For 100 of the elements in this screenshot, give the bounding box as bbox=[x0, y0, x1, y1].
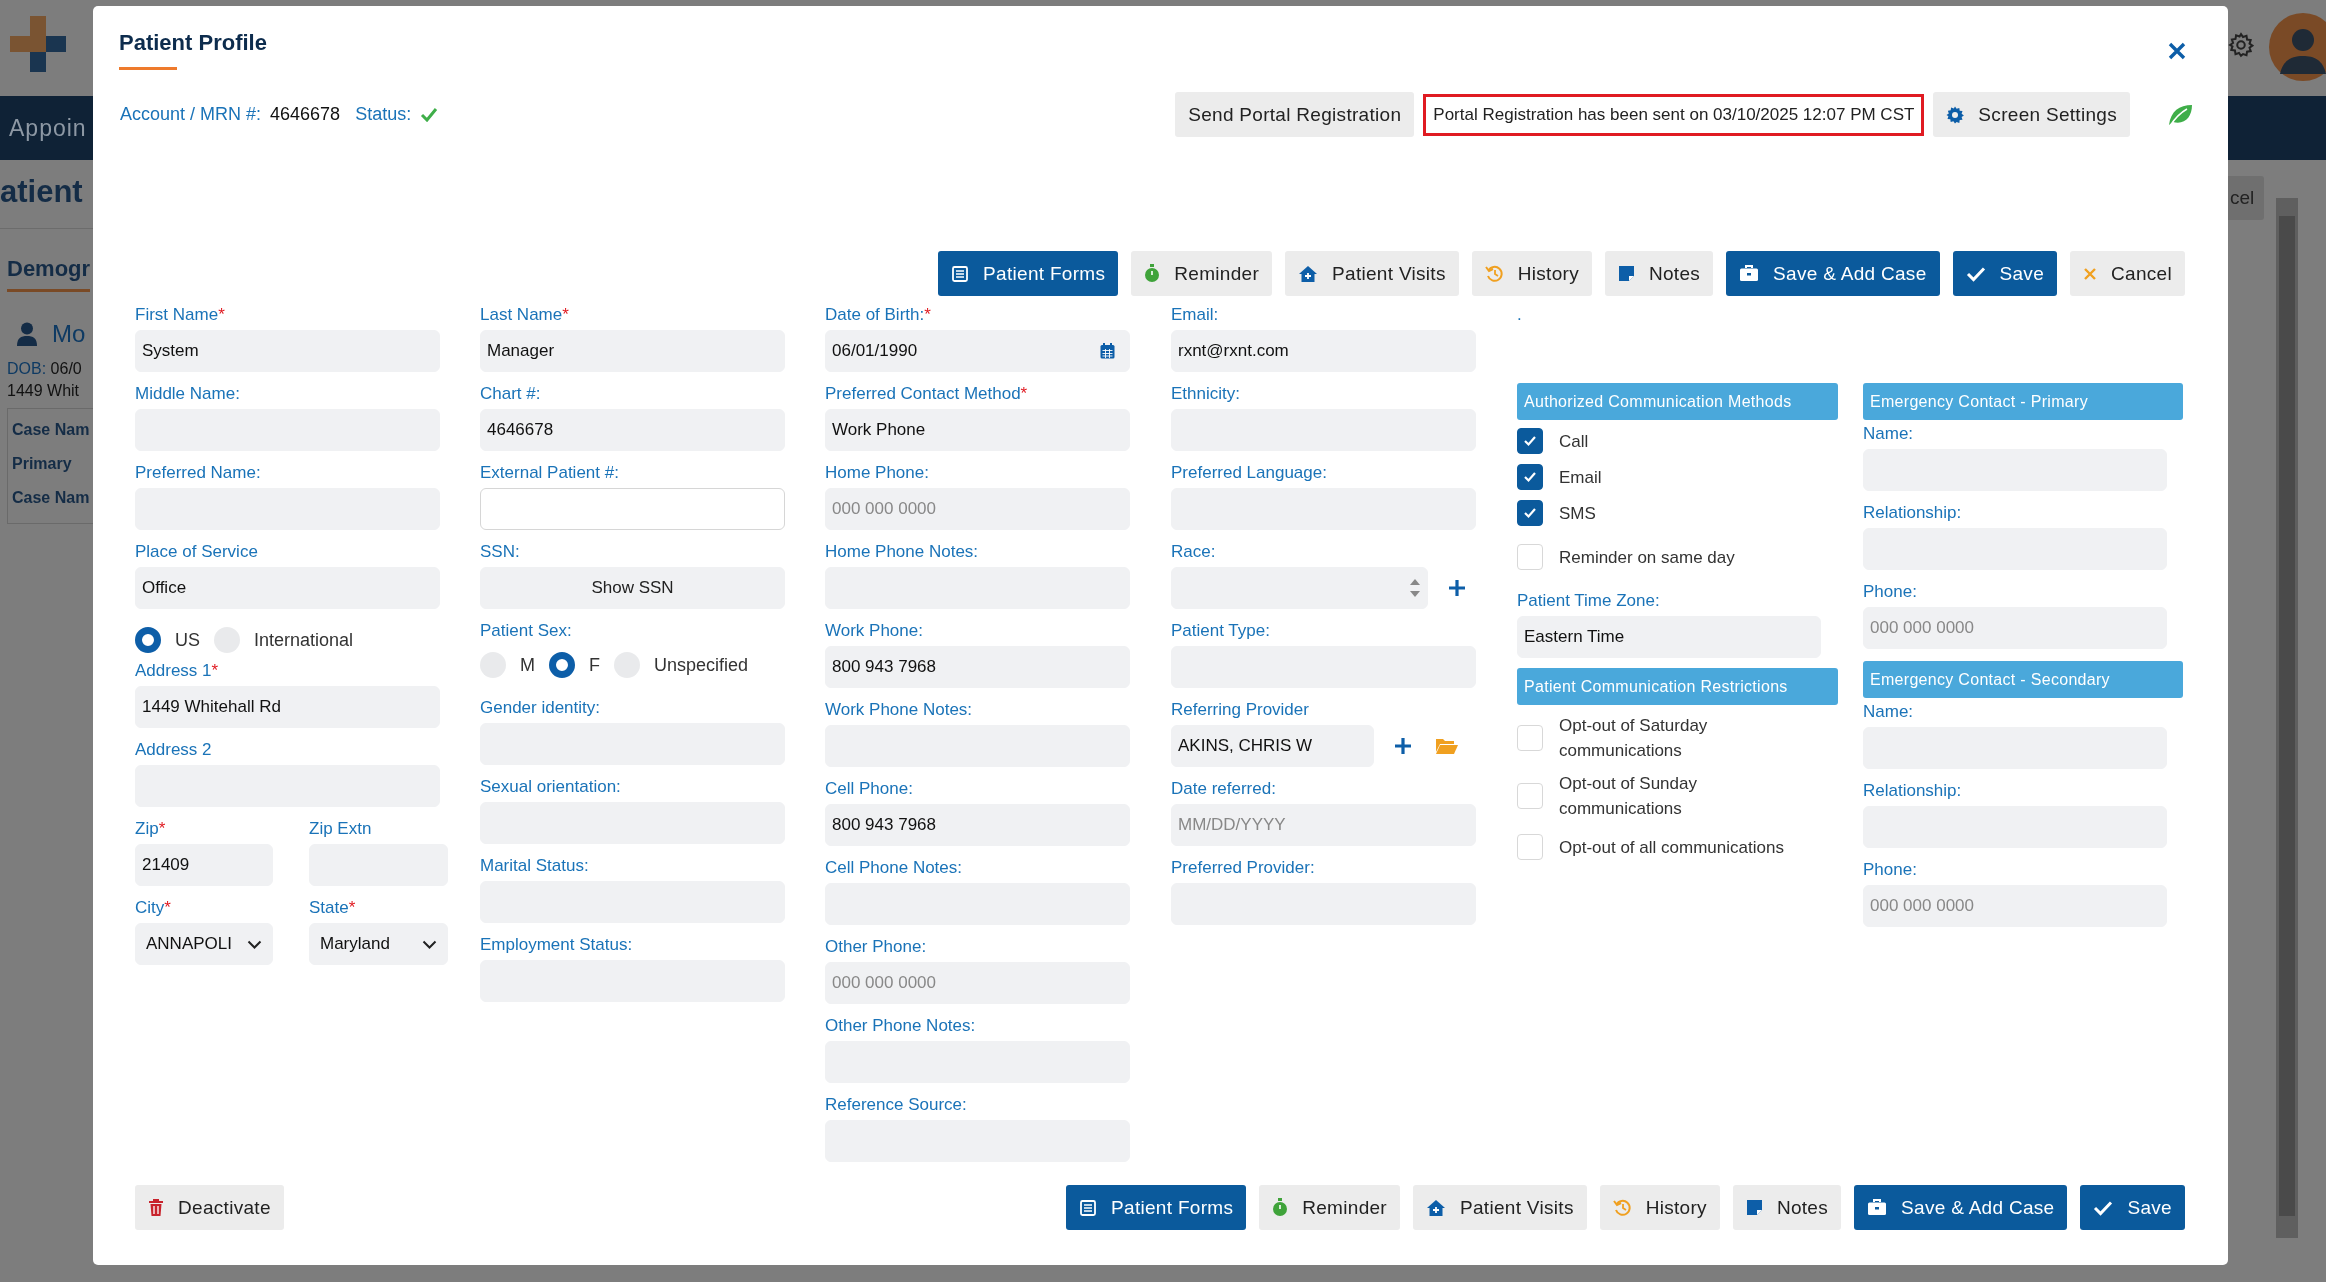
calendar-icon[interactable] bbox=[1100, 343, 1115, 359]
field-label: Other Phone: bbox=[825, 936, 928, 958]
house-icon bbox=[1298, 264, 1319, 283]
input-field[interactable]: rxnt@rxnt.com bbox=[1171, 330, 1476, 372]
select-field[interactable]: ANNAPOLI bbox=[135, 923, 273, 965]
checkbox-label: Opt-out of Sunday communications bbox=[1559, 773, 1698, 820]
checkbox-label: Call bbox=[1559, 430, 1589, 453]
address-text: 1449 Whit bbox=[7, 382, 81, 400]
radio-button[interactable] bbox=[549, 652, 575, 678]
field-label: Email: bbox=[1171, 304, 1220, 326]
plus-icon[interactable] bbox=[1394, 737, 1412, 755]
input-field[interactable]: Work Phone bbox=[825, 409, 1130, 451]
field-label: Zip Extn bbox=[309, 818, 373, 840]
dob-value: 06/0 bbox=[50, 360, 82, 377]
patient-forms-button[interactable]: Patient Forms bbox=[1066, 1185, 1247, 1230]
chevron-down-icon bbox=[247, 939, 262, 949]
check-icon bbox=[420, 107, 439, 122]
field-label: Employment Status: bbox=[480, 934, 634, 956]
table-cell-text: Case Nam bbox=[12, 420, 91, 440]
input-field[interactable]: Manager bbox=[480, 330, 785, 372]
house-icon bbox=[1426, 1198, 1446, 1217]
save-button[interactable]: Save bbox=[2080, 1185, 2185, 1230]
field-label: First Name* bbox=[135, 304, 226, 326]
close-icon bbox=[2083, 266, 2098, 281]
checkbox-label: SMS bbox=[1559, 502, 1596, 525]
input-field[interactable]: Eastern Time bbox=[1517, 616, 1821, 658]
input-field[interactable]: 800 943 7968 bbox=[825, 804, 1130, 846]
show-ssn-button[interactable]: Show SSN bbox=[480, 567, 785, 609]
form-icon bbox=[1079, 1198, 1098, 1217]
table-cell-text: Primary bbox=[12, 454, 73, 474]
field-label: External Patient #: bbox=[480, 462, 620, 484]
field-label: Preferred Provider: bbox=[1171, 857, 1316, 879]
checkbox[interactable] bbox=[1517, 464, 1543, 490]
portal-notice: Portal Registration has been sent on 03/10/2025 12:07 PM CST bbox=[1423, 93, 1925, 136]
patient-forms-button[interactable]: Patient Forms bbox=[938, 251, 1119, 296]
spinner-arrows-icon[interactable] bbox=[1409, 577, 1421, 599]
folder-icon[interactable] bbox=[1435, 737, 1459, 755]
history-icon bbox=[1484, 264, 1504, 283]
radio-label: Unspecified bbox=[654, 654, 749, 676]
check-icon bbox=[1523, 435, 1537, 447]
field-label: Address 2 bbox=[135, 739, 213, 761]
chevron-down-icon bbox=[422, 939, 437, 949]
input-field[interactable]: Office bbox=[135, 567, 440, 609]
notes-button[interactable]: Notes bbox=[1604, 251, 1714, 296]
history-button[interactable]: History bbox=[1599, 1185, 1720, 1230]
field-label: Home Phone: bbox=[825, 462, 930, 484]
radio-button[interactable] bbox=[135, 627, 161, 653]
checkbox[interactable] bbox=[1517, 500, 1543, 526]
checkbox[interactable] bbox=[1517, 428, 1543, 454]
cancel-button[interactable]: Cancel bbox=[2070, 251, 2185, 296]
input-field[interactable]: 4646678 bbox=[480, 409, 785, 451]
patient-visits-button[interactable]: Patient Visits bbox=[1413, 1185, 1587, 1230]
close-icon[interactable] bbox=[2168, 42, 2186, 60]
status-label: Status: bbox=[355, 104, 412, 125]
screen-settings-button[interactable]: Screen Settings bbox=[1933, 92, 2130, 137]
field-label: SSN: bbox=[480, 541, 521, 563]
stopwatch-icon bbox=[1272, 1198, 1289, 1217]
scrollbar[interactable] bbox=[2276, 198, 2299, 1238]
history-button[interactable]: History bbox=[1471, 251, 1592, 296]
plus-icon[interactable] bbox=[1448, 579, 1466, 597]
save-add-case-button[interactable]: Save & Add Case bbox=[1726, 251, 1940, 296]
field-label: Referring Provider bbox=[1171, 699, 1310, 721]
number-field[interactable] bbox=[1171, 567, 1428, 609]
dot-text: . bbox=[1517, 304, 1523, 326]
input-field[interactable]: 1449 Whitehall Rd bbox=[135, 686, 440, 728]
checkbox-label: Email bbox=[1559, 466, 1602, 489]
reminder-button[interactable]: Reminder bbox=[1131, 251, 1273, 296]
input-field[interactable]: 21409 bbox=[135, 844, 273, 886]
field-label: Home Phone Notes: bbox=[825, 541, 980, 563]
field-label: Chart #: bbox=[480, 383, 542, 405]
field-label: Cell Phone Notes: bbox=[825, 857, 964, 879]
settings-icon bbox=[1946, 105, 1965, 124]
notes-button[interactable]: Notes bbox=[1732, 1185, 1842, 1230]
field-label: Place of Service bbox=[135, 541, 259, 563]
input-field[interactable]: 800 943 7968 bbox=[825, 646, 1130, 688]
avatar-icon[interactable] bbox=[2268, 12, 2326, 82]
field-label: State* bbox=[309, 897, 357, 919]
leaf-icon[interactable] bbox=[2167, 102, 2193, 127]
input-field[interactable]: AKINS, CHRIS W bbox=[1171, 725, 1374, 767]
send-portal-registration-button[interactable]: Send Portal Registration bbox=[1175, 92, 1415, 137]
check-icon bbox=[1965, 265, 1986, 282]
field-label: Gender identity: bbox=[480, 697, 601, 719]
deactivate-button[interactable]: Deactivate bbox=[135, 1185, 284, 1230]
select-field[interactable]: Maryland bbox=[309, 923, 448, 965]
input-field[interactable] bbox=[480, 488, 785, 530]
save-add-case-button[interactable]: Save & Add Case bbox=[1854, 1185, 2068, 1230]
radio-label: M bbox=[520, 654, 535, 676]
reminder-button[interactable]: Reminder bbox=[1259, 1185, 1400, 1230]
patient-visits-button[interactable]: Patient Visits bbox=[1285, 251, 1459, 296]
input-field[interactable]: System bbox=[135, 330, 440, 372]
field-label: Marital Status: bbox=[480, 855, 590, 877]
field-label: Sexual orientation: bbox=[480, 776, 622, 798]
nav-item[interactable]: Appoin bbox=[0, 114, 87, 142]
note-icon bbox=[1745, 1199, 1763, 1216]
save-button[interactable]: Save bbox=[1952, 251, 2058, 296]
check-icon bbox=[1523, 471, 1537, 483]
section-header: Patient Communication Restrictions bbox=[1517, 668, 1838, 705]
date-field[interactable]: 06/01/1990 bbox=[825, 330, 1130, 372]
settings-icon[interactable] bbox=[2228, 32, 2254, 58]
field-label: Relationship: bbox=[1863, 780, 1963, 802]
